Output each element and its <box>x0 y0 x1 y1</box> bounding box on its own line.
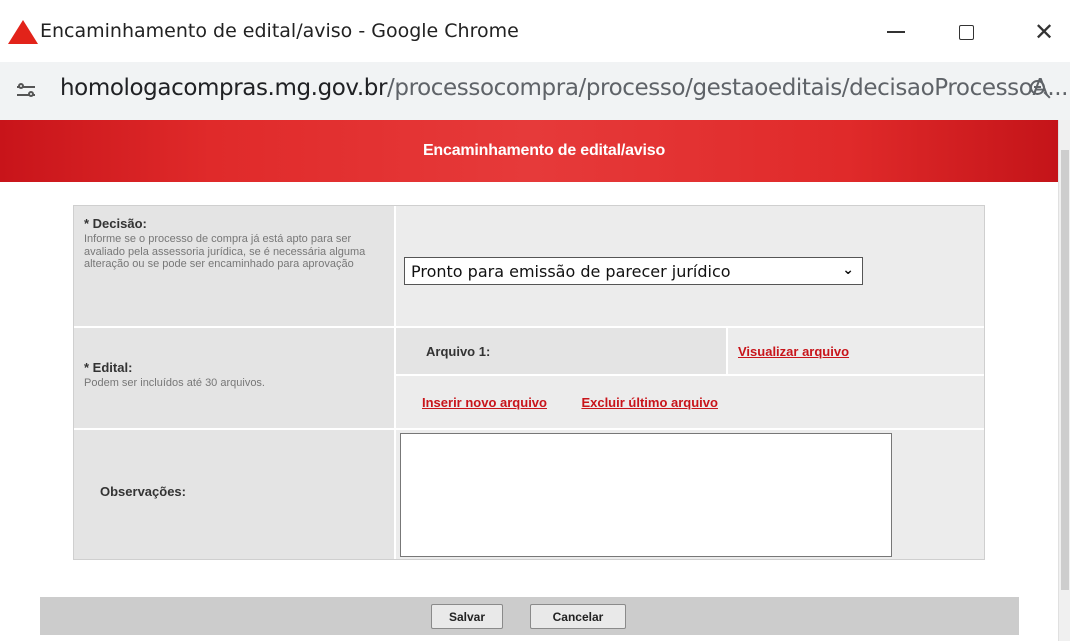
inserir-novo-arquivo-link[interactable]: Inserir novo arquivo <box>422 395 547 410</box>
page-header: Encaminhamento de edital/aviso <box>0 120 1058 182</box>
tune-icon[interactable] <box>14 78 40 104</box>
decisao-label-cell: * Decisão: Informe se o processo de comp… <box>74 206 394 326</box>
chevron-down-icon: ⌄ <box>842 262 854 278</box>
edital-help: Podem ser incluídos até 30 arquivos. <box>84 377 265 389</box>
window-title-bar: Encaminhamento de edital/aviso - Google … <box>0 0 1070 62</box>
red-triangle-logo-icon <box>8 20 38 44</box>
page-content: Encaminhamento de edital/aviso * Decisão… <box>0 120 1070 641</box>
observacoes-label: Observações: <box>100 484 186 499</box>
visualizar-cell: Visualizar arquivo <box>728 328 984 374</box>
form-table: * Decisão: Informe se o processo de comp… <box>73 205 985 560</box>
close-icon: ✕ <box>1033 18 1055 46</box>
url-text[interactable]: homologacompras.mg.gov.br/processocompra… <box>60 75 1068 101</box>
observacoes-textarea[interactable] <box>400 433 892 557</box>
url-host: homologacompras.mg.gov.br <box>60 75 388 101</box>
scrollbar[interactable] <box>1058 120 1070 641</box>
address-bar[interactable]: homologacompras.mg.gov.br/processocompra… <box>0 62 1070 120</box>
visualizar-arquivo-link[interactable]: Visualizar arquivo <box>738 344 849 359</box>
zoom-out-icon[interactable] <box>1030 80 1052 102</box>
scrollbar-thumb[interactable] <box>1061 150 1069 590</box>
minimize-icon <box>887 31 905 33</box>
decisao-select[interactable]: Pronto para emissão de parecer jurídico … <box>404 257 863 285</box>
arquivo-1-label: Arquivo 1: <box>426 344 491 359</box>
window-title: Encaminhamento de edital/aviso - Google … <box>40 20 519 42</box>
save-button[interactable]: Salvar <box>431 604 503 629</box>
footer-bar: Salvar Cancelar <box>40 597 1019 635</box>
arquivo-label-cell: Arquivo 1: <box>396 328 726 374</box>
decisao-label: * Decisão: <box>84 216 147 231</box>
cancel-button[interactable]: Cancelar <box>530 604 626 629</box>
maximize-button[interactable] <box>946 14 986 50</box>
excluir-ultimo-arquivo-link[interactable]: Excluir último arquivo <box>581 395 718 410</box>
edital-actions-cell: Inserir novo arquivo Excluir último arqu… <box>396 376 984 428</box>
minimize-button[interactable] <box>876 14 916 50</box>
edital-label: * Edital: <box>84 360 133 375</box>
decisao-help: Informe se o processo de compra já está … <box>84 233 366 270</box>
decisao-selected-value: Pronto para emissão de parecer jurídico <box>411 262 731 281</box>
observacoes-label-cell: Observações: <box>74 430 394 559</box>
close-button[interactable]: ✕ <box>1024 14 1064 50</box>
page-title: Encaminhamento de edital/aviso <box>422 142 666 159</box>
url-path: /processocompra/processo/gestaoeditais/d… <box>387 75 1069 101</box>
maximize-icon <box>958 24 974 40</box>
decisao-field-cell: Pronto para emissão de parecer jurídico … <box>396 206 984 326</box>
edital-label-cell: * Edital: Podem ser incluídos até 30 arq… <box>74 328 394 428</box>
